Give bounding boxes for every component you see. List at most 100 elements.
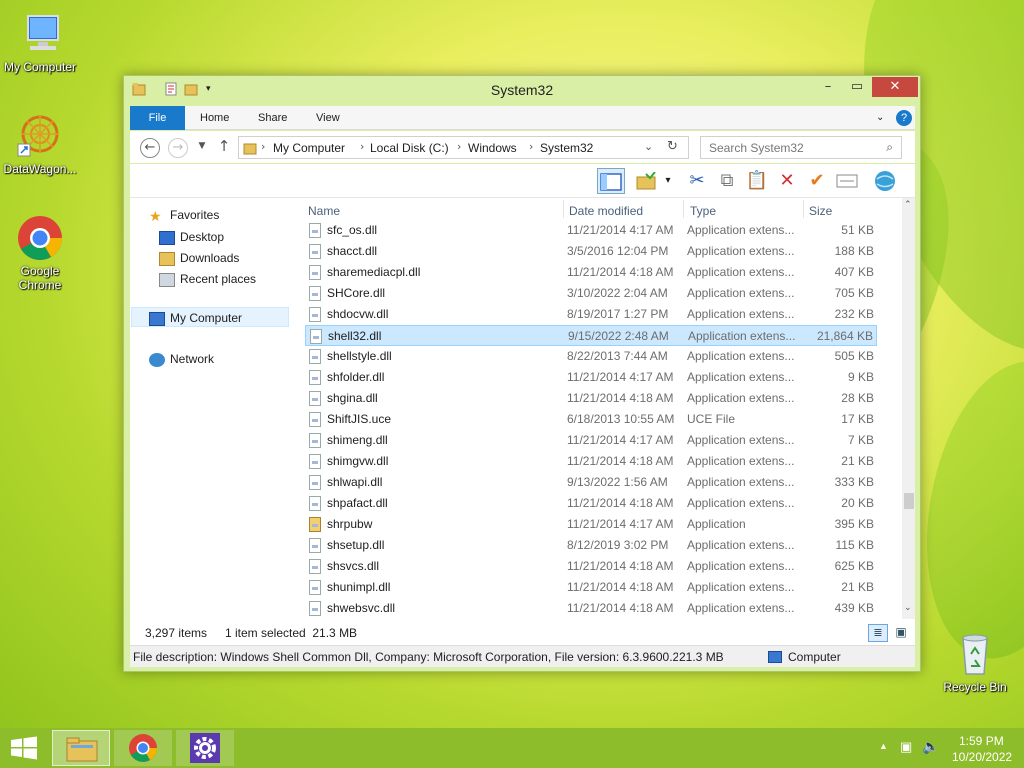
breadcrumb-system32[interactable]: System32 (540, 141, 593, 155)
nav-item-downloads[interactable]: Downloads (159, 251, 239, 266)
move-to-folder-icon[interactable] (633, 168, 661, 194)
clock-date[interactable]: 10/20/2022 (952, 750, 1012, 764)
scroll-up-icon[interactable]: ⌃ (904, 200, 912, 210)
search-input[interactable]: Search System32 ⌕ (700, 136, 902, 159)
column-header-size[interactable]: Size (809, 204, 832, 218)
breadcrumb-separator: › (261, 140, 266, 153)
table-row[interactable]: shrpubw 11/21/2014 4:17 AM Application 395 … (305, 514, 877, 535)
breadcrumb-local-disk[interactable]: Local Disk (C:) (370, 141, 449, 155)
file-type: Application extens... (687, 286, 795, 300)
network-globe-icon[interactable] (871, 168, 899, 194)
nav-item-recent-places[interactable]: Recent places (159, 272, 256, 287)
show-hidden-icons[interactable]: ▲ (879, 741, 888, 751)
table-row[interactable]: shimgvw.dll 11/21/2014 4:18 AM Application… (305, 451, 877, 472)
table-row[interactable]: shell32.dll 9/15/2022 2:48 AM Application … (305, 325, 877, 346)
table-row[interactable]: shsvcs.dll 11/21/2014 4:18 AM Application … (305, 556, 877, 577)
paste-icon[interactable]: 📋 (743, 168, 771, 194)
file-name: SHCore.dll (327, 286, 386, 300)
tab-home[interactable]: Home (200, 106, 229, 130)
table-row[interactable]: shunimpl.dll 11/21/2014 4:18 AM Applicatio… (305, 577, 877, 598)
file-icon (310, 329, 322, 344)
taskbar-settings[interactable] (176, 730, 234, 766)
rename-icon[interactable] (833, 168, 861, 194)
up-button[interactable]: ↑ (214, 138, 234, 158)
minimize-button[interactable]: – (814, 77, 842, 97)
file-date: 8/22/2013 7:44 AM (567, 349, 668, 363)
scroll-down-icon[interactable]: ⌄ (904, 603, 912, 613)
expand-ribbon-icon[interactable]: ⌄ (876, 106, 884, 130)
network-status-icon[interactable]: ▣ (900, 739, 912, 755)
table-row[interactable]: shsetup.dll 8/12/2019 3:02 PM Application … (305, 535, 877, 556)
vertical-scrollbar[interactable]: ⌃ ⌄ (902, 198, 915, 619)
desktop-icon-recycle-bin[interactable]: Recycle Bin (935, 630, 1015, 694)
column-header-name[interactable]: Name (308, 204, 340, 218)
cut-icon[interactable]: ✂ (683, 168, 711, 194)
desktop-icon-datawagon[interactable]: DataWagon... (0, 112, 80, 176)
file-type: Application extens... (687, 601, 795, 615)
column-header-date[interactable]: Date modified (569, 204, 643, 218)
refresh-icon[interactable]: ↻ (667, 139, 678, 154)
downloads-folder-icon (159, 251, 175, 266)
close-button[interactable]: ✕ (872, 77, 918, 97)
clock-time[interactable]: 1:59 PM (959, 734, 1004, 748)
nav-item-desktop[interactable]: Desktop (159, 230, 224, 245)
preview-pane-icon[interactable] (597, 168, 625, 194)
column-divider (683, 200, 684, 218)
file-type: Application extens... (687, 391, 795, 405)
delete-icon[interactable]: ✕ (773, 168, 801, 194)
nav-label: Downloads (180, 251, 240, 265)
nav-item-favorites[interactable]: ★ Favorites (149, 208, 219, 223)
start-button[interactable] (10, 736, 38, 760)
scrollbar-thumb[interactable] (904, 493, 914, 509)
table-row[interactable]: SHCore.dll 3/10/2022 2:04 AM Application e… (305, 283, 877, 304)
table-row[interactable]: shimeng.dll 11/21/2014 4:17 AM Application… (305, 430, 877, 451)
explorer-window[interactable]: ▾ System32 – ▭ ✕ File Home Share View ⌄ … (123, 75, 921, 672)
title-bar[interactable]: ▾ System32 – ▭ ✕ (124, 76, 920, 104)
checkmark-icon[interactable]: ✔ (803, 168, 831, 194)
table-row[interactable]: shdocvw.dll 8/19/2017 1:27 PM Application … (305, 304, 877, 325)
volume-icon[interactable]: 🔈 (922, 738, 939, 755)
maximize-button[interactable]: ▭ (843, 77, 871, 97)
breadcrumb-separator: › (529, 140, 534, 153)
table-row[interactable]: shacct.dll 3/5/2016 12:04 PM Application e… (305, 241, 877, 262)
large-icons-view-icon[interactable]: ▣ (891, 624, 911, 642)
tab-share[interactable]: Share (258, 106, 287, 130)
forward-button[interactable]: → (168, 138, 188, 158)
table-row[interactable]: ShiftJIS.uce 6/18/2013 10:55 AM UCE File 17… (305, 409, 877, 430)
breadcrumb-windows[interactable]: Windows (468, 141, 517, 155)
copy-icon[interactable]: ⧉ (713, 168, 741, 194)
desktop-icon-my-computer[interactable]: My Computer (0, 10, 80, 74)
file-size: 505 KB (834, 349, 874, 363)
taskbar-file-explorer[interactable] (52, 730, 110, 766)
file-size: 188 KB (834, 244, 874, 258)
table-row[interactable]: shfolder.dll 11/21/2014 4:17 AM Applicatio… (305, 367, 877, 388)
chevron-down-icon[interactable]: ▾ (661, 168, 675, 194)
help-icon[interactable]: ? (896, 110, 912, 126)
sort-arrow-icon: ⌃ (423, 198, 431, 203)
table-row[interactable]: sfc_os.dll 11/21/2014 4:17 AM Application … (305, 220, 877, 241)
table-row[interactable]: shwebsvc.dll 11/21/2014 4:18 AM Applicatio… (305, 598, 877, 619)
address-bar[interactable]: › My Computer › Local Disk (C:) › Window… (238, 136, 689, 159)
nav-item-network[interactable]: Network (149, 352, 214, 367)
table-row[interactable]: shellstyle.dll 8/22/2013 7:44 AM Applicati… (305, 346, 877, 367)
tab-file[interactable]: File (130, 106, 185, 130)
chevron-down-icon[interactable]: ⌄ (644, 140, 653, 153)
column-header-type[interactable]: Type (690, 204, 716, 218)
table-row[interactable]: sharemediacpl.dll 11/21/2014 4:18 AM Appli… (305, 262, 877, 283)
file-name: shsvcs.dll (327, 559, 380, 573)
table-row[interactable]: shpafact.dll 11/21/2014 4:18 AM Applicatio… (305, 493, 877, 514)
table-row[interactable]: shgina.dll 11/21/2014 4:18 AM Application … (305, 388, 877, 409)
details-view-icon[interactable]: ≣ (868, 624, 888, 642)
folder-icon (243, 141, 257, 158)
file-date: 3/5/2016 12:04 PM (567, 244, 669, 258)
recent-locations-icon[interactable]: ▼ (192, 138, 212, 158)
back-button[interactable]: ← (140, 138, 160, 158)
file-type: Application extens... (687, 475, 795, 489)
table-row[interactable]: shlwapi.dll 9/13/2022 1:56 AM Application … (305, 472, 877, 493)
taskbar-chrome[interactable] (114, 730, 172, 766)
breadcrumb-my-computer[interactable]: My Computer (273, 141, 345, 155)
desktop-icon-google-chrome[interactable]: Google Chrome (0, 214, 80, 292)
file-name: shimeng.dll (327, 433, 388, 447)
tab-view[interactable]: View (316, 106, 340, 130)
nav-item-my-computer[interactable]: My Computer (131, 307, 289, 327)
